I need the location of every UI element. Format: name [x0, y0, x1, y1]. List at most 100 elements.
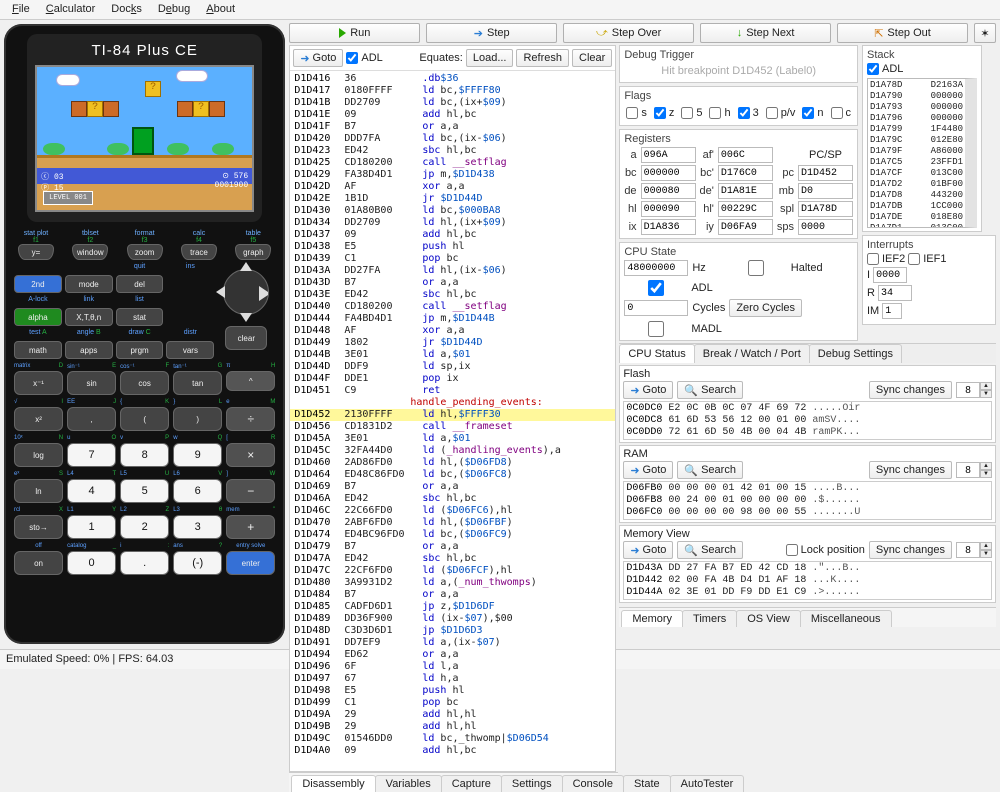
mem-tab-1[interactable]: Timers: [682, 610, 737, 627]
ief2-checkbox[interactable]: IEF2: [867, 253, 905, 265]
dpad-up[interactable]: [240, 262, 252, 271]
adl-checkbox[interactable]: ADL: [346, 52, 382, 64]
adl-state-checkbox[interactable]: ADL: [624, 280, 712, 296]
int-i-input[interactable]: [873, 267, 907, 283]
disasm-row[interactable]: D1D49B29 add hl,hl: [290, 721, 615, 733]
stack-listing[interactable]: D1A78DD2163AD1A790000000D1A793000000D1A7…: [867, 78, 977, 228]
run-button[interactable]: Run: [289, 23, 420, 43]
btn-math[interactable]: math: [14, 341, 62, 359]
key-[interactable]: (: [120, 407, 169, 431]
flash-hexview[interactable]: 0C0DC0E2 0C 0B 0C 07 4F 69 72.....Oir0C0…: [623, 401, 992, 440]
ief1-checkbox[interactable]: IEF1: [908, 253, 946, 265]
disasm-row[interactable]: D1D46AED42 sbc hl,bc: [290, 493, 615, 505]
key-enter[interactable]: enter: [226, 551, 275, 575]
key-cos[interactable]: cos: [120, 371, 169, 395]
dpad-down[interactable]: [240, 313, 252, 322]
menu-calculator[interactable]: Calculator: [38, 0, 104, 19]
disasm-row[interactable]: D1D499C1 pop bc: [290, 697, 615, 709]
disasm-row[interactable]: D1D45C32FA44D0 ld (_handling_events),a: [290, 445, 615, 457]
stack-row[interactable]: D1A78DD2163A: [870, 80, 963, 91]
ram-goto-button[interactable]: ➜Goto: [623, 461, 673, 479]
flash-width-spin[interactable]: ▲▼: [956, 382, 992, 398]
disasm-row[interactable]: D1D4170180FFFF ld bc,$FFFF80: [290, 85, 615, 97]
flag-5[interactable]: 5: [681, 107, 702, 119]
stack-row[interactable]: D1A796000000: [870, 113, 963, 124]
disasm-row[interactable]: D1D440CD180200 call __setflag: [290, 301, 615, 313]
btn-stat[interactable]: stat: [116, 308, 164, 326]
disasm-row[interactable]: D1D425CD180200 call __setflag: [290, 157, 615, 169]
disasm-row[interactable]: D1D43ADD27FA ld hl,(ix-$06): [290, 265, 615, 277]
disasm-row[interactable]: D1D47AED42 sbc hl,bc: [290, 553, 615, 565]
int-r-input[interactable]: [878, 285, 912, 301]
fkey-y=[interactable]: y=: [18, 244, 54, 260]
reg-spl[interactable]: [798, 201, 853, 217]
disasm-row[interactable]: D1D49767 ld h,a: [290, 673, 615, 685]
disasm-row[interactable]: D1D434DD2709 ld hl,(ix+$09): [290, 217, 615, 229]
flag-h[interactable]: h: [709, 107, 730, 119]
disasm-row[interactable]: D1D438E5 push hl: [290, 241, 615, 253]
ram-search-button[interactable]: 🔍Search: [677, 461, 743, 479]
reg-af[interactable]: [718, 147, 773, 163]
disasm-row[interactable]: D1D46C22C66FD0 ld ($D06FC6),hl: [290, 505, 615, 517]
fkey-trace[interactable]: trace: [181, 244, 217, 260]
key-1[interactable]: 1: [67, 515, 116, 539]
reg-sps[interactable]: [798, 219, 853, 235]
fkey-window[interactable]: window: [72, 244, 108, 260]
stack-row[interactable]: D1A7D1013C00: [870, 223, 963, 228]
disasm-row[interactable]: D1D41BDD2709 ld bc,(ix+$09): [290, 97, 615, 109]
debug-tab-0[interactable]: CPU Status: [619, 344, 694, 363]
disasm-row[interactable]: D1D44DDDF9 ld sp,ix: [290, 361, 615, 373]
asm-tab-6[interactable]: AutoTester: [670, 775, 745, 792]
menu-about[interactable]: About: [198, 0, 243, 19]
reg-hl[interactable]: [641, 201, 696, 217]
btn-2nd[interactable]: 2nd: [14, 275, 62, 293]
disasm-row[interactable]: D1D4803A9931D2 ld a,(_num_thwomps): [290, 577, 615, 589]
mem-tab-3[interactable]: Miscellaneous: [800, 610, 892, 627]
disasm-row[interactable]: D1D41636 .db$36: [290, 73, 615, 85]
flash-search-button[interactable]: 🔍Search: [677, 381, 743, 399]
disasm-row[interactable]: D1D429FA38D4D1 jp m,$D1D438: [290, 169, 615, 181]
menu-debug[interactable]: Debug: [150, 0, 198, 19]
key-[interactable]: (-): [173, 551, 222, 575]
mem-tab-0[interactable]: Memory: [621, 610, 683, 627]
flag-n[interactable]: n: [802, 107, 823, 119]
dpad-right[interactable]: [259, 286, 276, 301]
key-[interactable]: +: [226, 515, 275, 539]
disasm-row[interactable]: D1D42DAF xor a,a: [290, 181, 615, 193]
reg-de2[interactable]: [718, 183, 773, 199]
madl-checkbox[interactable]: MADL: [624, 321, 722, 337]
disasm-row[interactable]: D1D4602AD86FD0 ld hl,($D06FD8): [290, 457, 615, 469]
btn-apps[interactable]: apps: [65, 341, 113, 359]
key-sto[interactable]: sto→: [14, 515, 63, 539]
reg-bc[interactable]: [641, 165, 696, 181]
debug-tab-2[interactable]: Debug Settings: [809, 344, 902, 363]
fkey-zoom[interactable]: zoom: [127, 244, 163, 260]
reg-mb[interactable]: [798, 183, 853, 199]
ram-hexview[interactable]: D06FB000 00 00 01 42 01 00 15....B...D06…: [623, 481, 992, 520]
menu-file[interactable]: File: [4, 0, 38, 19]
stack-row[interactable]: D1A7D8443200: [870, 190, 963, 201]
key-7[interactable]: 7: [67, 443, 116, 467]
key-[interactable]: .: [120, 551, 169, 575]
flag-pv[interactable]: p/v: [766, 107, 796, 119]
disasm-row[interactable]: D1D494ED62 or a,a: [290, 649, 615, 661]
memview-goto-button[interactable]: ➜Goto: [623, 541, 673, 559]
disasm-row[interactable]: D1D4522130FFFF ld hl,$FFFF30: [290, 409, 615, 421]
step-out-button[interactable]: ⇱Step Out: [837, 23, 968, 43]
memview-width-spin[interactable]: ▲▼: [956, 542, 992, 558]
key-[interactable]: ^: [226, 371, 275, 391]
disasm-row[interactable]: D1D43EED42 sbc hl,bc: [290, 289, 615, 301]
disasm-row[interactable]: D1D48DC3D3D6D1 jp $D1D6D3: [290, 625, 615, 637]
debug-tab-1[interactable]: Break / Watch / Port: [694, 344, 810, 363]
key-0[interactable]: 0: [67, 551, 116, 575]
key-[interactable]: ,: [67, 407, 116, 431]
step-over-button[interactable]: ⤻Step Over: [563, 23, 694, 43]
key-3[interactable]: 3: [173, 515, 222, 539]
disasm-row[interactable]: D1D444FA4BD4D1 jp m,$D1D44B: [290, 313, 615, 325]
flag-c[interactable]: c: [831, 107, 852, 119]
asm-tab-4[interactable]: Console: [562, 775, 624, 792]
key-on[interactable]: on: [14, 551, 63, 575]
btn-mode[interactable]: mode: [65, 275, 113, 293]
memview-search-button[interactable]: 🔍Search: [677, 541, 743, 559]
mem-tab-2[interactable]: OS View: [736, 610, 801, 627]
